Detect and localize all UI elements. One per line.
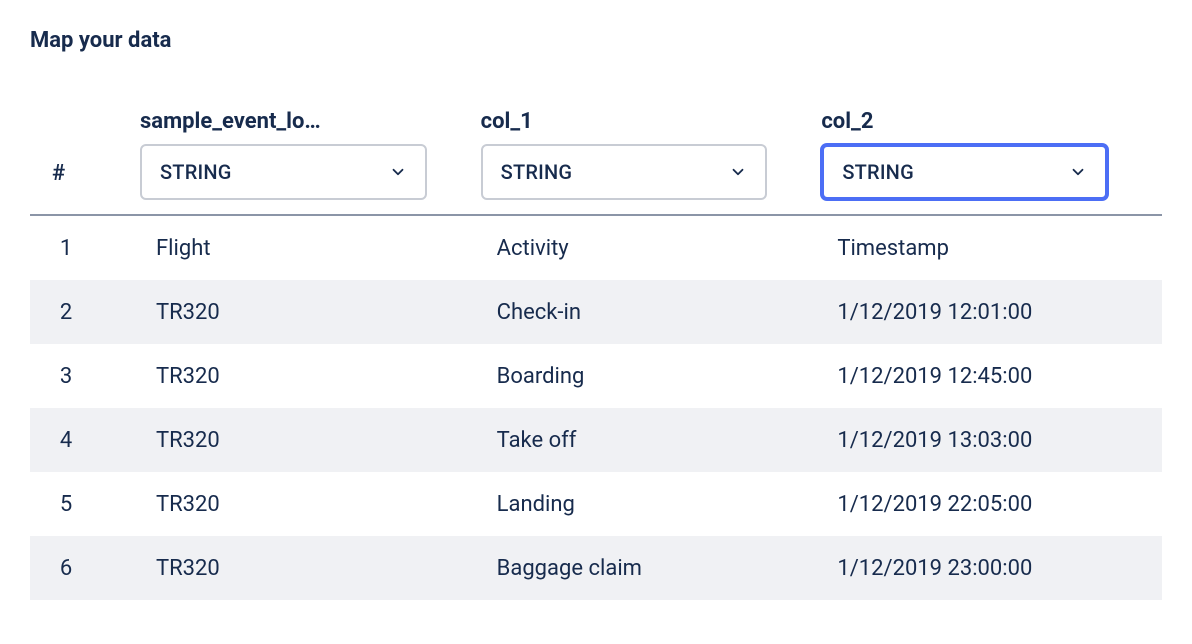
cell: 1/12/2019 22:05:00 (821, 492, 1162, 517)
column-name: col_1 (481, 109, 741, 134)
table-row: 5 TR320 Landing 1/12/2019 22:05:00 (30, 472, 1162, 536)
cell: 1/12/2019 12:01:00 (821, 300, 1162, 325)
chevron-down-icon (1069, 163, 1087, 181)
cell: TR320 (140, 428, 481, 453)
column-header-2: col_2 STRING (821, 109, 1162, 200)
chevron-down-icon (389, 163, 407, 181)
row-number: 2 (30, 300, 140, 325)
column-name: col_2 (821, 109, 1081, 134)
column-header-1: col_1 STRING (481, 109, 822, 200)
row-number-header: # (30, 161, 140, 200)
cell: Landing (481, 492, 822, 517)
cell: TR320 (140, 556, 481, 581)
cell: 1/12/2019 23:00:00 (821, 556, 1162, 581)
cell: Take off (481, 428, 822, 453)
cell: 1/12/2019 13:03:00 (821, 428, 1162, 453)
page-title: Map your data (30, 28, 1162, 53)
column-type-select-0[interactable]: STRING (140, 144, 427, 200)
cell: Boarding (481, 364, 822, 389)
cell: Activity (481, 236, 822, 261)
cell: 1/12/2019 12:45:00 (821, 364, 1162, 389)
column-header-0: sample_event_lo… STRING (140, 109, 481, 200)
header-row: # sample_event_lo… STRING col_1 STRING (30, 109, 1162, 216)
row-number: 5 (30, 492, 140, 517)
table-row: 2 TR320 Check-in 1/12/2019 12:01:00 (30, 280, 1162, 344)
row-number: 1 (30, 236, 140, 261)
row-number: 3 (30, 364, 140, 389)
column-type-value: STRING (842, 160, 914, 184)
column-name: sample_event_lo… (140, 109, 400, 134)
column-type-value: STRING (501, 160, 573, 184)
cell: Check-in (481, 300, 822, 325)
column-type-value: STRING (160, 160, 232, 184)
row-number: 6 (30, 556, 140, 581)
chevron-down-icon (729, 163, 747, 181)
cell: TR320 (140, 364, 481, 389)
cell: TR320 (140, 492, 481, 517)
row-number: 4 (30, 428, 140, 453)
cell: TR320 (140, 300, 481, 325)
table-row: 1 Flight Activity Timestamp (30, 216, 1162, 280)
data-mapper-table: # sample_event_lo… STRING col_1 STRING (30, 109, 1162, 600)
cell: Timestamp (821, 236, 1162, 261)
table-row: 6 TR320 Baggage claim 1/12/2019 23:00:00 (30, 536, 1162, 600)
column-type-select-2[interactable]: STRING (821, 144, 1108, 200)
table-row: 3 TR320 Boarding 1/12/2019 12:45:00 (30, 344, 1162, 408)
cell: Flight (140, 236, 481, 261)
column-type-select-1[interactable]: STRING (481, 144, 768, 200)
table-row: 4 TR320 Take off 1/12/2019 13:03:00 (30, 408, 1162, 472)
table-body: 1 Flight Activity Timestamp 2 TR320 Chec… (30, 216, 1162, 600)
cell: Baggage claim (481, 556, 822, 581)
